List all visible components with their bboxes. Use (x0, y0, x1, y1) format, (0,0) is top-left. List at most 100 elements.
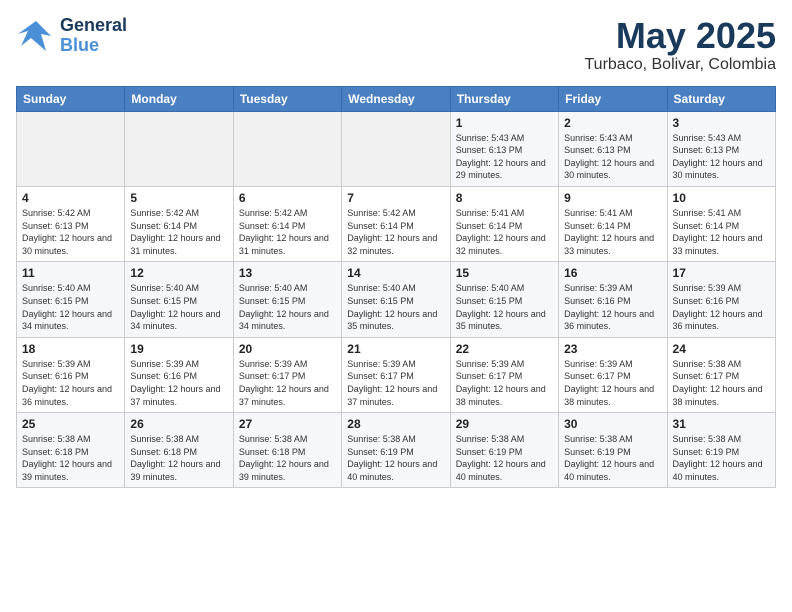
day-number: 31 (673, 417, 770, 431)
day-number: 7 (347, 191, 444, 205)
day-info: Sunrise: 5:39 AM Sunset: 6:16 PM Dayligh… (673, 282, 770, 332)
header-row: SundayMondayTuesdayWednesdayThursdayFrid… (17, 86, 776, 111)
calendar-cell: 20Sunrise: 5:39 AM Sunset: 6:17 PM Dayli… (233, 337, 341, 412)
day-info: Sunrise: 5:38 AM Sunset: 6:18 PM Dayligh… (130, 433, 227, 483)
day-number: 1 (456, 116, 553, 130)
day-info: Sunrise: 5:42 AM Sunset: 6:14 PM Dayligh… (130, 207, 227, 257)
calendar-cell: 26 Sunrise: 5:38 AM Sunset: 6:18 PM Dayli… (125, 413, 233, 488)
calendar-cell: 4 Sunrise: 5:42 AM Sunset: 6:13 PM Daylig… (17, 186, 125, 261)
day-info: Sunrise: 5:39 AM Sunset: 6:17 PM Dayligh… (347, 358, 444, 408)
calendar-cell: 10 Sunrise: 5:41 AM Sunset: 6:14 PM Dayli… (667, 186, 775, 261)
day-number: 12 (130, 266, 227, 280)
day-number: 28 (347, 417, 444, 431)
day-info: Sunrise: 5:39 AM Sunset: 6:16 PM Dayligh… (564, 282, 661, 332)
calendar-week-1: 1 Sunrise: 5:43 AM Sunset: 6:13 PM Daylig… (17, 111, 776, 186)
calendar-cell: 2 Sunrise: 5:43 AM Sunset: 6:13 PM Daylig… (559, 111, 667, 186)
day-number: 3 (673, 116, 770, 130)
day-header-tuesday: Tuesday (233, 86, 341, 111)
calendar-cell: 29 Sunrise: 5:38 AM Sunset: 6:19 PM Dayli… (450, 413, 558, 488)
day-info: Sunrise: 5:40 AM Sunset: 6:15 PM Dayligh… (456, 282, 553, 332)
day-number: 19 (130, 342, 227, 356)
day-number: 26 (130, 417, 227, 431)
day-info: Sunrise: 5:38 AM Sunset: 6:17 PM Dayligh… (673, 358, 770, 408)
calendar-cell: 30 Sunrise: 5:38 AM Sunset: 6:19 PM Dayli… (559, 413, 667, 488)
logo: General Blue (16, 16, 127, 56)
day-header-sunday: Sunday (17, 86, 125, 111)
day-number: 4 (22, 191, 119, 205)
calendar-week-3: 11 Sunrise: 5:40 AM Sunset: 6:15 PM Dayli… (17, 262, 776, 337)
day-info: Sunrise: 5:41 AM Sunset: 6:14 PM Dayligh… (564, 207, 661, 257)
day-info: Sunrise: 5:43 AM Sunset: 6:13 PM Dayligh… (673, 132, 770, 182)
calendar-cell: 6Sunrise: 5:42 AM Sunset: 6:14 PM Daylig… (233, 186, 341, 261)
day-info: Sunrise: 5:38 AM Sunset: 6:18 PM Dayligh… (239, 433, 336, 483)
title-block: May 2025 Turbaco, Bolivar, Colombia (585, 16, 777, 74)
calendar-cell (233, 111, 341, 186)
calendar-cell: 7Sunrise: 5:42 AM Sunset: 6:14 PM Daylig… (342, 186, 450, 261)
day-info: Sunrise: 5:39 AM Sunset: 6:17 PM Dayligh… (456, 358, 553, 408)
day-number: 30 (564, 417, 661, 431)
day-info: Sunrise: 5:40 AM Sunset: 6:15 PM Dayligh… (239, 282, 336, 332)
calendar-week-5: 25Sunrise: 5:38 AM Sunset: 6:18 PM Dayli… (17, 413, 776, 488)
day-number: 24 (673, 342, 770, 356)
day-info: Sunrise: 5:39 AM Sunset: 6:16 PM Dayligh… (22, 358, 119, 408)
day-info: Sunrise: 5:43 AM Sunset: 6:13 PM Dayligh… (564, 132, 661, 182)
calendar-cell: 1 Sunrise: 5:43 AM Sunset: 6:13 PM Daylig… (450, 111, 558, 186)
calendar-week-2: 4 Sunrise: 5:42 AM Sunset: 6:13 PM Daylig… (17, 186, 776, 261)
calendar-cell: 25Sunrise: 5:38 AM Sunset: 6:18 PM Dayli… (17, 413, 125, 488)
day-number: 2 (564, 116, 661, 130)
calendar-cell: 11Sunrise: 5:40 AM Sunset: 6:15 PM Dayli… (17, 262, 125, 337)
day-number: 5 (130, 191, 227, 205)
calendar-cell: 28 Sunrise: 5:38 AM Sunset: 6:19 PM Dayli… (342, 413, 450, 488)
day-info: Sunrise: 5:41 AM Sunset: 6:14 PM Dayligh… (673, 207, 770, 257)
day-header-wednesday: Wednesday (342, 86, 450, 111)
day-info: Sunrise: 5:38 AM Sunset: 6:19 PM Dayligh… (564, 433, 661, 483)
day-number: 15 (456, 266, 553, 280)
logo-bird-icon (16, 16, 56, 56)
day-header-friday: Friday (559, 86, 667, 111)
day-number: 27 (239, 417, 336, 431)
calendar-cell: 21Sunrise: 5:39 AM Sunset: 6:17 PM Dayli… (342, 337, 450, 412)
logo-general: General (60, 16, 127, 36)
day-number: 23 (564, 342, 661, 356)
calendar-cell: 19Sunrise: 5:39 AM Sunset: 6:16 PM Dayli… (125, 337, 233, 412)
day-number: 20 (239, 342, 336, 356)
day-number: 18 (22, 342, 119, 356)
calendar-cell: 13Sunrise: 5:40 AM Sunset: 6:15 PM Dayli… (233, 262, 341, 337)
day-number: 11 (22, 266, 119, 280)
day-info: Sunrise: 5:42 AM Sunset: 6:13 PM Dayligh… (22, 207, 119, 257)
day-info: Sunrise: 5:38 AM Sunset: 6:18 PM Dayligh… (22, 433, 119, 483)
calendar-cell (17, 111, 125, 186)
day-header-saturday: Saturday (667, 86, 775, 111)
calendar-cell: 8Sunrise: 5:41 AM Sunset: 6:14 PM Daylig… (450, 186, 558, 261)
calendar-cell: 12 Sunrise: 5:40 AM Sunset: 6:15 PM Dayli… (125, 262, 233, 337)
day-info: Sunrise: 5:38 AM Sunset: 6:19 PM Dayligh… (347, 433, 444, 483)
calendar-table: SundayMondayTuesdayWednesdayThursdayFrid… (16, 86, 776, 489)
calendar-cell: 3 Sunrise: 5:43 AM Sunset: 6:13 PM Daylig… (667, 111, 775, 186)
calendar-cell (125, 111, 233, 186)
day-number: 16 (564, 266, 661, 280)
day-info: Sunrise: 5:40 AM Sunset: 6:15 PM Dayligh… (130, 282, 227, 332)
calendar-cell: 14Sunrise: 5:40 AM Sunset: 6:15 PM Dayli… (342, 262, 450, 337)
page-subtitle: Turbaco, Bolivar, Colombia (585, 56, 777, 74)
day-number: 29 (456, 417, 553, 431)
day-number: 22 (456, 342, 553, 356)
calendar-cell: 5 Sunrise: 5:42 AM Sunset: 6:14 PM Daylig… (125, 186, 233, 261)
logo-text: General Blue (60, 16, 127, 56)
calendar-body: 1 Sunrise: 5:43 AM Sunset: 6:13 PM Daylig… (17, 111, 776, 488)
day-number: 8 (456, 191, 553, 205)
calendar-cell: 17Sunrise: 5:39 AM Sunset: 6:16 PM Dayli… (667, 262, 775, 337)
calendar-cell (342, 111, 450, 186)
logo-blue: Blue (60, 36, 127, 56)
calendar-cell: 31Sunrise: 5:38 AM Sunset: 6:19 PM Dayli… (667, 413, 775, 488)
day-info: Sunrise: 5:43 AM Sunset: 6:13 PM Dayligh… (456, 132, 553, 182)
day-info: Sunrise: 5:38 AM Sunset: 6:19 PM Dayligh… (456, 433, 553, 483)
day-number: 9 (564, 191, 661, 205)
page-title: May 2025 (585, 16, 777, 56)
calendar-cell: 24 Sunrise: 5:38 AM Sunset: 6:17 PM Dayli… (667, 337, 775, 412)
day-info: Sunrise: 5:39 AM Sunset: 6:17 PM Dayligh… (564, 358, 661, 408)
calendar-cell: 22 Sunrise: 5:39 AM Sunset: 6:17 PM Dayli… (450, 337, 558, 412)
calendar-cell: 23 Sunrise: 5:39 AM Sunset: 6:17 PM Dayli… (559, 337, 667, 412)
day-header-thursday: Thursday (450, 86, 558, 111)
calendar-week-4: 18 Sunrise: 5:39 AM Sunset: 6:16 PM Dayli… (17, 337, 776, 412)
day-number: 10 (673, 191, 770, 205)
